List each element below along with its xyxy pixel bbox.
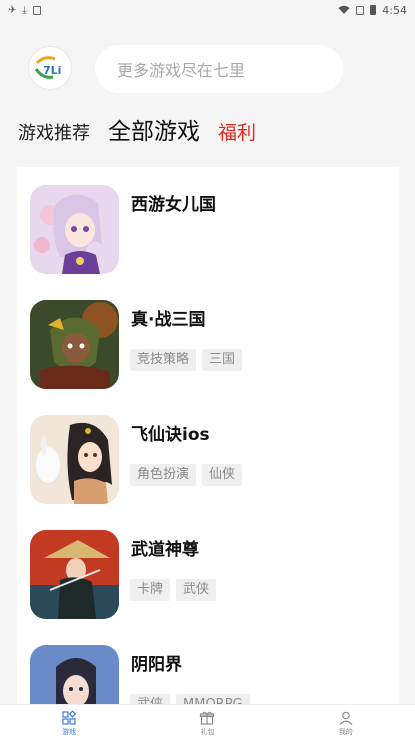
logo-text: 7Li: [43, 64, 61, 77]
game-name: 阴阳界: [131, 655, 182, 675]
game-name: 飞仙诀ios: [131, 425, 210, 445]
tag: 仙侠: [202, 464, 243, 486]
tag: 武侠: [176, 579, 217, 601]
game-name: 武道神尊: [131, 540, 199, 560]
status-time: 4:54: [382, 3, 407, 17]
warrior-icon: [30, 300, 119, 389]
game-tags: 角色扮演 仙侠: [130, 464, 243, 486]
header: 7Li 更多游戏尽在七里: [0, 20, 415, 115]
game-row[interactable]: 阴阳界 武侠 MMORPG: [17, 627, 399, 707]
game-tags: 竞技策略 三国: [130, 349, 243, 371]
nav-label: 我的: [338, 727, 353, 736]
logo-icon: 7Li: [34, 56, 61, 79]
status-bar: ✈ ⤓ 4:54: [0, 0, 415, 20]
bottom-nav: 游戏 礼包 我的: [0, 704, 415, 739]
swordsman-icon: [30, 530, 119, 619]
tab-bar: 游戏推荐 全部游戏 福利: [0, 112, 415, 152]
anime-girl-icon: [30, 185, 119, 274]
tab-recommended[interactable]: 游戏推荐: [18, 119, 90, 145]
nav-item-me[interactable]: 我的: [277, 705, 415, 739]
user-icon: [339, 711, 353, 725]
tab-welfare[interactable]: 福利: [218, 118, 256, 145]
nav-item-games[interactable]: 游戏: [0, 705, 138, 739]
download-icon: ⤓: [22, 4, 27, 16]
game-row[interactable]: 西游女儿国: [17, 167, 399, 282]
gift-icon: [200, 711, 215, 725]
game-tags: 卡牌 武侠: [130, 579, 217, 601]
wifi-icon: [338, 5, 350, 14]
game-row[interactable]: 飞仙诀ios 角色扮演 仙侠: [17, 397, 399, 512]
app-icon: [32, 5, 41, 15]
game-name: 西游女儿国: [131, 195, 216, 215]
tag: 竞技策略: [130, 349, 197, 371]
game-row[interactable]: 武道神尊 卡牌 武侠: [17, 512, 399, 627]
app-logo[interactable]: 7Li: [28, 46, 72, 90]
status-left: ✈ ⤓: [8, 5, 41, 16]
fairy-icon: [30, 415, 119, 504]
nav-item-gifts[interactable]: 礼包: [138, 705, 276, 739]
hero-icon: [30, 645, 119, 707]
no-sim-icon: [356, 5, 365, 15]
tab-all-games[interactable]: 全部游戏: [108, 112, 200, 146]
search-input[interactable]: 更多游戏尽在七里: [95, 45, 343, 93]
tag: 三国: [202, 349, 243, 371]
battery-icon: [370, 5, 377, 15]
tag: 卡牌: [130, 579, 171, 601]
nav-label: 礼包: [200, 727, 215, 736]
game-name: 真·战三国: [131, 310, 206, 330]
games-grid-icon: [62, 709, 77, 725]
nav-label: 游戏: [62, 727, 77, 736]
tag: 角色扮演: [130, 464, 197, 486]
carrier-icon: ✈: [8, 4, 17, 16]
status-right: 4:54: [338, 4, 407, 17]
game-row[interactable]: 真·战三国 竞技策略 三国: [17, 282, 399, 397]
game-list: 西游女儿国 真·战三国 竞技策略 三国 飞仙诀ios 角色扮演 仙侠 武道神尊 …: [17, 167, 399, 707]
search-placeholder: 更多游戏尽在七里: [117, 61, 246, 80]
